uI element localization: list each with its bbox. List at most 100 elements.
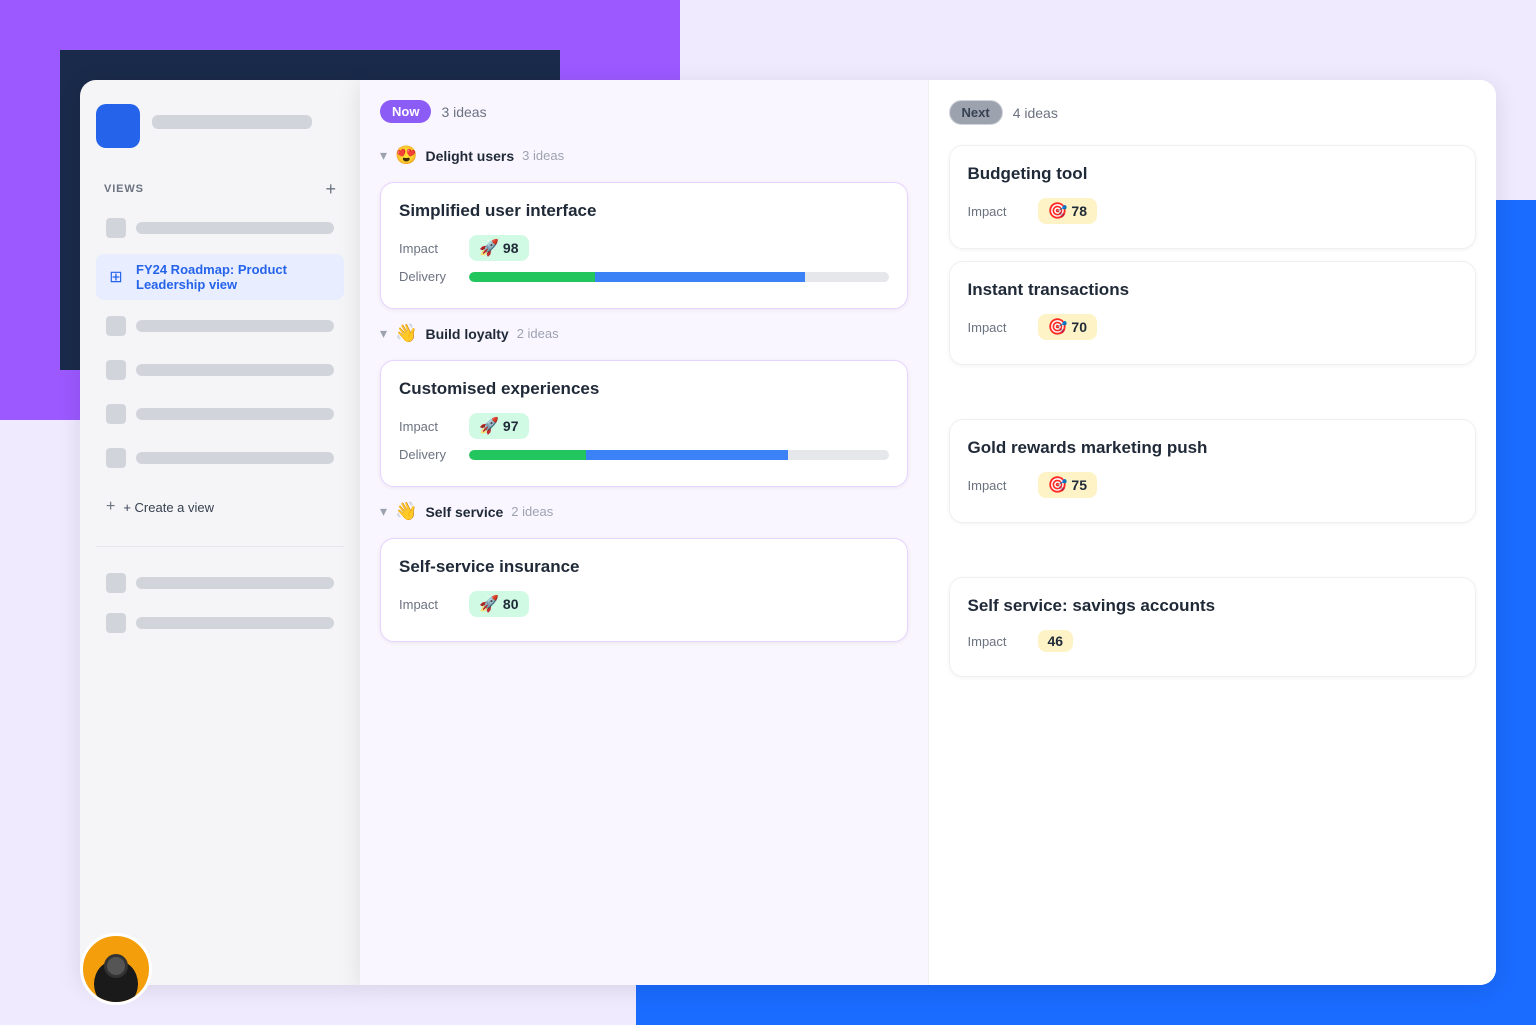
next-column-spacer	[949, 377, 1477, 419]
card-insurance-impact-row: Impact 🚀 80	[399, 591, 889, 617]
selfservice-group-count: 2 ideas	[511, 504, 553, 519]
selfservice-chevron-icon[interactable]: ▾	[380, 503, 387, 520]
impact-emoji-4: 🎯	[1048, 201, 1068, 221]
delivery-blue-2	[586, 450, 787, 460]
card-self-service-insurance-title: Self-service insurance	[399, 557, 889, 577]
column-next: Next 4 ideas Budgeting tool Impact 🎯 78	[929, 80, 1497, 985]
impact-value-4: 78	[1071, 203, 1087, 219]
loyalty-group-count: 2 ideas	[517, 326, 559, 341]
next-count: 4 ideas	[1013, 105, 1058, 121]
impact-badge-6: 🎯 75	[1038, 472, 1098, 498]
card-instant-transactions[interactable]: Instant transactions Impact 🎯 70	[949, 261, 1477, 365]
delivery-bar-2	[469, 450, 889, 460]
sidebar-item-3[interactable]	[96, 352, 344, 388]
card-self-service-insurance[interactable]: Self-service insurance Impact 🚀 80	[380, 538, 908, 642]
card-budgeting-tool-title: Budgeting tool	[968, 164, 1458, 184]
impact-emoji-2: 🚀	[479, 416, 499, 436]
delivery-blue-1	[595, 272, 805, 282]
impact-value-3: 80	[503, 596, 519, 612]
sidebar-bottom-item-1[interactable]	[96, 567, 344, 599]
impact-badge-5: 🎯 70	[1038, 314, 1098, 340]
impact-label-2: Impact	[399, 419, 459, 434]
impact-badge-4: 🎯 78	[1038, 198, 1098, 224]
sidebar-divider	[96, 546, 344, 547]
sidebar-bar-1	[136, 222, 334, 234]
sidebar-item-4[interactable]	[96, 396, 344, 432]
impact-label-3: Impact	[399, 597, 459, 612]
sidebar-bottom-icon-1	[106, 573, 126, 593]
sidebar-bottom-icon-2	[106, 613, 126, 633]
now-count: 3 ideas	[441, 104, 486, 120]
impact-value-7: 46	[1048, 633, 1064, 649]
card-gold-rewards-title: Gold rewards marketing push	[968, 438, 1458, 458]
delivery-label-1: Delivery	[399, 269, 459, 284]
card-simplified-ui-impact-row: Impact 🚀 98	[399, 235, 889, 261]
impact-badge-3: 🚀 80	[469, 591, 529, 617]
main-content: Now 3 ideas ▾ 😍 Delight users 3 ideas Si…	[360, 80, 1496, 985]
card-customised-experiences[interactable]: Customised experiences Impact 🚀 97 Deliv…	[380, 360, 908, 487]
sidebar-icon-1	[106, 218, 126, 238]
delight-group-count: 3 ideas	[522, 148, 564, 163]
impact-label-6: Impact	[968, 478, 1028, 493]
sidebar-icon-2	[106, 316, 126, 336]
sidebar-title-placeholder	[152, 115, 312, 129]
selfservice-emoji: 👋	[395, 501, 417, 522]
impact-label-4: Impact	[968, 204, 1028, 219]
avatar-image	[88, 946, 144, 1002]
impact-badge-7: 46	[1038, 630, 1074, 652]
group-header-build-loyalty: ▾ 👋 Build loyalty 2 ideas	[380, 321, 908, 346]
card-savings-accounts-title: Self service: savings accounts	[968, 596, 1458, 616]
sidebar-bar-2	[136, 320, 334, 332]
card-customised-impact-row: Impact 🚀 97	[399, 413, 889, 439]
impact-emoji-3: 🚀	[479, 594, 499, 614]
sidebar-bottom-item-2[interactable]	[96, 607, 344, 639]
card-budgeting-tool[interactable]: Budgeting tool Impact 🎯 78	[949, 145, 1477, 249]
sidebar-item-2[interactable]	[96, 308, 344, 344]
sidebar-active-icon: ⊞	[106, 267, 126, 287]
create-view-button[interactable]: + + Create a view	[96, 488, 344, 526]
impact-label-5: Impact	[968, 320, 1028, 335]
create-view-label: + Create a view	[123, 500, 214, 515]
sidebar-item-active[interactable]: ⊞ FY24 Roadmap: Product Leadership view	[96, 254, 344, 300]
sidebar-icon-3	[106, 360, 126, 380]
next-column-header: Next 4 ideas	[949, 100, 1477, 125]
card-simplified-ui-title: Simplified user interface	[399, 201, 889, 221]
card-instant-transactions-title: Instant transactions	[968, 280, 1458, 300]
next-tag: Next	[949, 100, 1003, 125]
card-savings-accounts[interactable]: Self service: savings accounts Impact 46	[949, 577, 1477, 677]
delivery-gray-2	[788, 450, 889, 460]
sidebar-bottom-bar-1	[136, 577, 334, 589]
impact-emoji-5: 🎯	[1048, 317, 1068, 337]
card-instant-impact-row: Impact 🎯 70	[968, 314, 1458, 340]
loyalty-chevron-icon[interactable]: ▾	[380, 325, 387, 342]
sidebar-icon-4	[106, 404, 126, 424]
sidebar-item-1[interactable]	[96, 210, 344, 246]
impact-value-5: 70	[1071, 319, 1087, 335]
card-gold-rewards-impact-row: Impact 🎯 75	[968, 472, 1458, 498]
impact-emoji-1: 🚀	[479, 238, 499, 258]
now-column-header: Now 3 ideas	[380, 100, 908, 123]
card-simplified-ui-delivery-row: Delivery	[399, 269, 889, 284]
user-avatar	[80, 933, 152, 1005]
columns-wrapper: Now 3 ideas ▾ 😍 Delight users 3 ideas Si…	[360, 80, 1496, 985]
card-customised-delivery-row: Delivery	[399, 447, 889, 462]
impact-badge-2: 🚀 97	[469, 413, 529, 439]
delivery-green-1	[469, 272, 595, 282]
sidebar-bar-3	[136, 364, 334, 376]
delivery-green-2	[469, 450, 586, 460]
impact-value-1: 98	[503, 240, 519, 256]
create-view-icon: +	[106, 498, 115, 516]
sidebar-icon-5	[106, 448, 126, 468]
impact-label-7: Impact	[968, 634, 1028, 649]
sidebar-bar-4	[136, 408, 334, 420]
impact-badge-1: 🚀 98	[469, 235, 529, 261]
add-view-button[interactable]: +	[325, 180, 336, 198]
delight-chevron-icon[interactable]: ▾	[380, 147, 387, 164]
card-simplified-ui[interactable]: Simplified user interface Impact 🚀 98 De…	[380, 182, 908, 309]
group-header-delight: ▾ 😍 Delight users 3 ideas	[380, 143, 908, 168]
delivery-label-2: Delivery	[399, 447, 459, 462]
sidebar: VIEWS + ⊞ FY24 Roadmap: Product Leadersh…	[80, 80, 360, 985]
sidebar-item-5[interactable]	[96, 440, 344, 476]
sidebar-bottom-bar-2	[136, 617, 334, 629]
card-gold-rewards[interactable]: Gold rewards marketing push Impact 🎯 75	[949, 419, 1477, 523]
